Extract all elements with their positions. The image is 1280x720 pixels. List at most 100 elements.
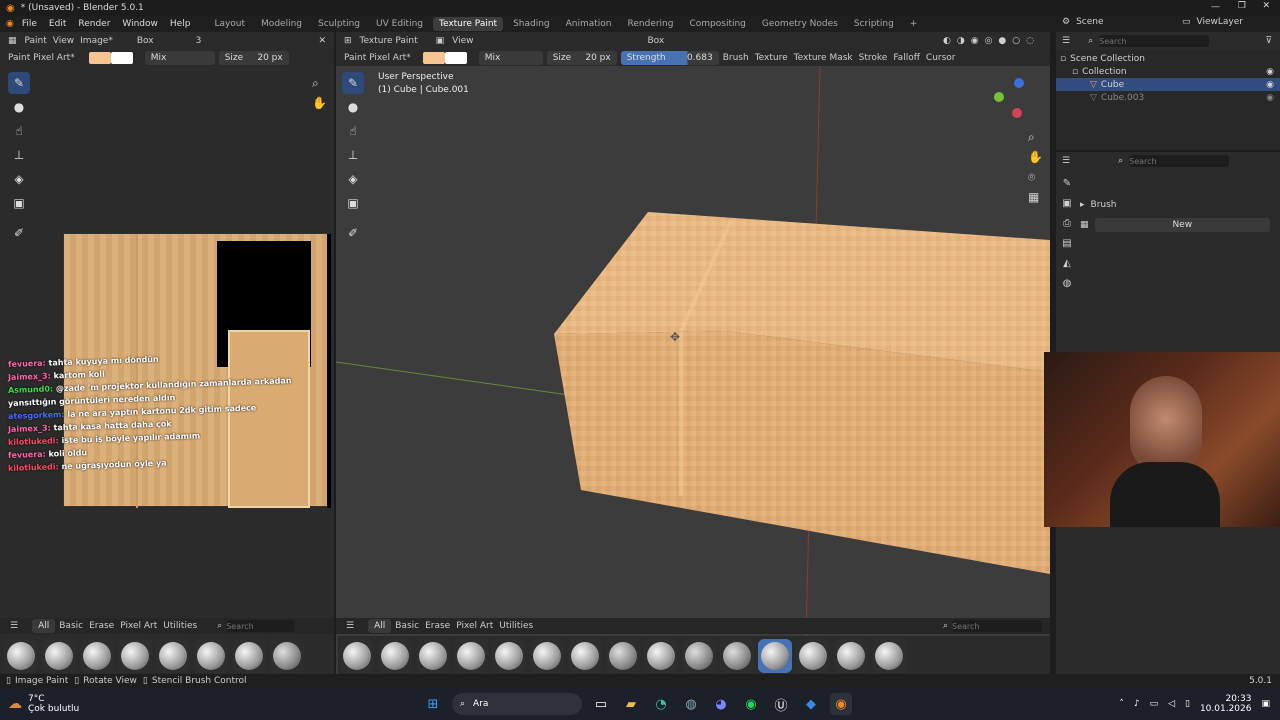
battery-icon[interactable]: ▯	[1185, 699, 1190, 709]
shelf-menu-icon[interactable]: ☰	[346, 621, 354, 631]
viewport-menu-texture-mask[interactable]: Texture Mask	[794, 53, 853, 63]
menu-edit[interactable]: Edit	[49, 19, 66, 29]
image-mode-menu[interactable]: Paint	[25, 36, 47, 46]
editor-type-icon[interactable]: ▦	[8, 36, 17, 46]
weather-widget[interactable]: ☁ 7°C Çok bulutlu	[8, 694, 128, 714]
shelf-search-input[interactable]	[952, 620, 1042, 632]
microphone-icon[interactable]: ♪	[1134, 699, 1140, 709]
image-size-field[interactable]: Size 20 px	[218, 51, 289, 65]
brush-thumbnail[interactable]	[834, 639, 868, 673]
viewport-primary-color[interactable]	[422, 52, 445, 64]
gizmo-z-axis[interactable]	[1014, 78, 1024, 88]
tab-texture-paint[interactable]: Texture Paint	[432, 17, 504, 31]
shelf-tab-basic[interactable]: Basic	[395, 621, 419, 631]
gizmo-x-axis[interactable]	[1012, 108, 1022, 118]
clock[interactable]: 20:33 10.01.2026	[1200, 694, 1252, 714]
visibility-eye-icon[interactable]: ◉	[1266, 80, 1274, 90]
shelf-tab-pixel-art[interactable]: Pixel Art	[456, 621, 493, 631]
outliner-filter-icon[interactable]: ⊽	[1265, 36, 1272, 46]
brush-browse-icon[interactable]: ▦	[1080, 220, 1089, 230]
viewport-blend-select[interactable]: Mix	[478, 51, 543, 65]
brush-thumbnail[interactable]	[340, 639, 374, 673]
brush-thumbnail[interactable]	[644, 639, 678, 673]
unreal-icon[interactable]: Ⓤ	[770, 693, 792, 715]
shelf-tab-all[interactable]: All	[368, 619, 392, 633]
blender-menu-icon[interactable]: ◉	[6, 19, 14, 29]
viewport-shading-icons[interactable]: ◐◑◉◎●○◌	[943, 36, 1040, 46]
brush-thumbnail[interactable]	[492, 639, 526, 673]
viewport-editor-type-icon[interactable]: ⊞	[344, 36, 352, 46]
brush-thumbnail[interactable]	[416, 639, 450, 673]
shelf-menu-icon[interactable]: ☰	[10, 621, 18, 631]
shelf-tab-all[interactable]: All	[32, 619, 56, 633]
image-projection[interactable]: Box	[137, 36, 154, 46]
edge-browser-icon[interactable]: ◔	[650, 693, 672, 715]
close-image-icon[interactable]: ✕	[318, 36, 326, 46]
brush-thumbnail[interactable]	[454, 639, 488, 673]
brush-thumbnail[interactable]	[720, 639, 754, 673]
menu-file[interactable]: File	[22, 19, 37, 29]
blender-taskbar-icon[interactable]: ◉	[830, 693, 852, 715]
mask-tool-icon[interactable]: ▣	[8, 192, 30, 214]
discord-icon[interactable]: ◕	[710, 693, 732, 715]
new-brush-button[interactable]: New	[1094, 218, 1270, 232]
brush-thumbnail[interactable]	[232, 639, 266, 673]
outliner-search-input[interactable]	[1099, 35, 1210, 47]
secondary-color-swatch[interactable]	[110, 52, 133, 64]
render-tab-icon[interactable]: ▣	[1058, 194, 1076, 214]
shelf-search-input[interactable]	[226, 620, 295, 632]
image-blend-select[interactable]: Mix	[144, 51, 215, 65]
minimize-icon[interactable]: —	[1211, 2, 1220, 12]
brush-thumbnail[interactable]	[118, 639, 152, 673]
task-view-icon[interactable]: ▭	[590, 693, 612, 715]
shelf-tab-erase[interactable]: Erase	[425, 621, 450, 631]
viewport-menu-texture[interactable]: Texture	[755, 53, 788, 63]
outliner-item-cube-003[interactable]: ▽ Cube.003 ◉	[1056, 91, 1280, 104]
tab-animation[interactable]: Animation	[560, 17, 618, 31]
brush-thumbnail[interactable]	[80, 639, 114, 673]
outliner-item-cube[interactable]: ▽ Cube ◉	[1056, 78, 1280, 91]
brush-thumbnail[interactable]	[378, 639, 412, 673]
tab-layout[interactable]: Layout	[208, 17, 251, 31]
viewport-menu-cursor[interactable]: Cursor	[926, 53, 956, 63]
tab-shading[interactable]: Shading	[507, 17, 556, 31]
brush-thumbnail-selected[interactable]	[758, 639, 792, 673]
tab-geometry-nodes[interactable]: Geometry Nodes	[756, 17, 844, 31]
zoom-icon[interactable]: ⌕	[312, 76, 319, 91]
outliner-scene-collection[interactable]: ▫ Scene Collection	[1056, 52, 1280, 65]
output-tab-icon[interactable]: ⎙	[1058, 214, 1076, 234]
viewport-tool-name[interactable]: Paint Pixel Art*	[344, 53, 411, 63]
shelf-tab-pixel-art[interactable]: Pixel Art	[120, 621, 157, 631]
viewport-stencil-icon[interactable]: ▣	[436, 36, 445, 46]
3d-viewport[interactable]: ⊞ Texture Paint ▣ View Box ◐◑◉◎●○◌ Paint…	[336, 32, 1050, 676]
steam-icon[interactable]: ◍	[680, 693, 702, 715]
outliner-type-icon[interactable]: ☰	[1062, 36, 1070, 46]
brush-thumbnail[interactable]	[156, 639, 190, 673]
network-icon[interactable]: ▭	[1150, 699, 1159, 709]
brush-thumbnail[interactable]	[568, 639, 602, 673]
shelf-tab-basic[interactable]: Basic	[59, 621, 83, 631]
shelf-tab-utilities[interactable]: Utilities	[163, 621, 197, 631]
brush-thumbnail[interactable]	[872, 639, 906, 673]
properties-search-input[interactable]	[1129, 155, 1230, 167]
viewport-size-field[interactable]: Size 20 px	[546, 51, 617, 65]
app-icon[interactable]: ◆	[800, 693, 822, 715]
maximize-icon[interactable]: ❐	[1238, 1, 1246, 11]
windows-start-icon[interactable]: ⊞	[422, 693, 444, 715]
annotate-tool-icon[interactable]: ✐	[8, 222, 30, 244]
brush-panel-header[interactable]: ▸ Brush	[1080, 200, 1274, 210]
volume-icon[interactable]: ◁	[1168, 699, 1175, 709]
viewport-mode-select[interactable]: Texture Paint	[360, 36, 418, 46]
image-image-menu[interactable]: Image*	[80, 36, 113, 46]
viewport-pan-icon[interactable]: ✋	[1028, 150, 1043, 164]
view-layer-tab-icon[interactable]: ▤	[1058, 234, 1076, 254]
image-view-menu[interactable]: View	[53, 36, 74, 46]
tab-uv-editing[interactable]: UV Editing	[370, 17, 429, 31]
ortho-toggle-icon[interactable]: ▦	[1028, 190, 1039, 204]
visibility-eye-icon[interactable]: ◉	[1266, 67, 1274, 77]
tab-modeling[interactable]: Modeling	[255, 17, 308, 31]
brush-thumbnail[interactable]	[530, 639, 564, 673]
notification-bell-icon[interactable]: ▣	[1261, 699, 1270, 709]
primary-color-swatch[interactable]	[88, 52, 111, 64]
viewport-projection[interactable]: Box	[648, 36, 665, 46]
